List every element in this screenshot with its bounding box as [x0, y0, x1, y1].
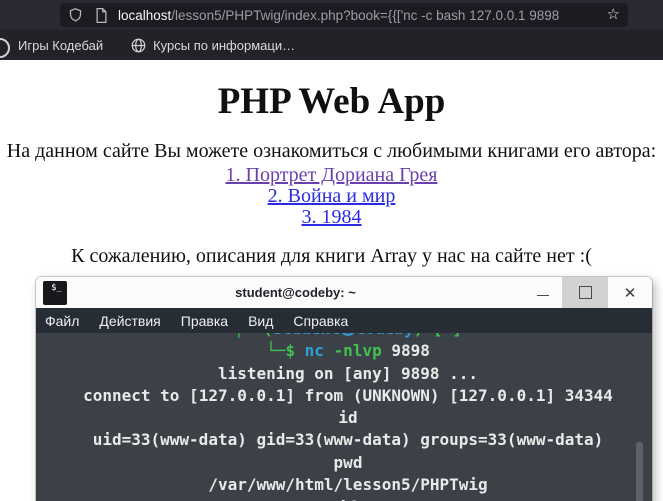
web-page: PHP Web App На данном сайте Вы можете оз… — [0, 60, 663, 501]
terminal-line: id — [338, 408, 358, 428]
book-link-2[interactable]: 2. Война и мир — [0, 186, 663, 207]
shield-permissions-icon[interactable] — [68, 7, 83, 23]
terminal-window: $_ student@codeby: ~ ✕ Файл Действия Пра… — [36, 277, 652, 501]
menu-help[interactable]: Справка — [283, 313, 358, 329]
terminal-line: listening on [any] 9898 ... — [217, 363, 479, 383]
terminal-line: pwd — [333, 452, 363, 472]
bookmark-item-games[interactable]: Игры Кодебай — [18, 38, 103, 53]
close-icon: ✕ — [623, 284, 637, 302]
bookmark-star-icon[interactable]: ☆ — [598, 3, 620, 27]
page-title: PHP Web App — [217, 81, 446, 122]
close-button[interactable]: ✕ — [608, 277, 652, 308]
terminal-output[interactable]: ┌──(student㉿codeby)-[~]└─$ nc -nlvp 9898… — [36, 333, 652, 501]
globe-icon — [131, 38, 146, 53]
intro-text: На данном сайте Вы можете ознакомиться с… — [6, 140, 657, 162]
window-controls: ✕ — [524, 277, 652, 308]
menu-file[interactable]: Файл — [45, 313, 89, 329]
bookmarks-bar: Игры Кодебай Курсы по информаци… — [0, 30, 663, 60]
url-path: /lesson5/PHPTwig/index.php?book={{['nc -… — [171, 7, 560, 23]
terminal-titlebar[interactable]: $_ student@codeby: ~ ✕ — [36, 277, 652, 308]
url-text[interactable]: localhost/lesson5/PHPTwig/index.php?book… — [118, 8, 598, 23]
menu-view[interactable]: Вид — [238, 313, 283, 329]
terminal-app-icon: $_ — [43, 280, 67, 305]
maximize-icon — [578, 286, 592, 299]
book-links: 1. Портрет Дориана Грея 2. Война и мир 3… — [0, 165, 663, 228]
book-link-1[interactable]: 1. Портрет Дориана Грея — [0, 165, 663, 186]
book-link-3[interactable]: 3. 1984 — [0, 207, 663, 228]
menu-edit[interactable]: Правка — [171, 313, 238, 329]
screenshot-root: localhost/lesson5/PHPTwig/index.php?book… — [0, 0, 663, 501]
terminal-menubar: Файл Действия Правка Вид Справка — [36, 308, 652, 333]
minimize-icon — [537, 295, 549, 296]
menu-actions[interactable]: Действия — [89, 313, 170, 329]
bookmark-label: Курсы по информаци… — [153, 37, 296, 53]
bookmark-item-courses[interactable]: Курсы по информаци… — [131, 38, 295, 53]
terminal-line: ^C — [44, 496, 652, 501]
not-found-text: К сожалению, описания для книги Array у … — [71, 245, 592, 267]
partial-favicon-icon — [0, 38, 10, 58]
terminal-line: ┌──(student㉿codeby)-[~] — [44, 333, 652, 340]
page-info-icon[interactable] — [95, 7, 108, 23]
terminal-line: uid=33(www-data) gid=33(www-data) groups… — [92, 430, 604, 450]
browser-toolbar: localhost/lesson5/PHPTwig/index.php?book… — [0, 0, 663, 30]
terminal-line: /var/www/html/lesson5/PHPTwig — [208, 475, 488, 495]
terminal-line: connect to [127.0.0.1] from (UNKNOWN) [1… — [83, 385, 613, 405]
url-bar[interactable]: localhost/lesson5/PHPTwig/index.php?book… — [60, 3, 628, 27]
terminal-line: └─$ nc -nlvp 9898 — [266, 341, 430, 361]
url-host: localhost — [118, 7, 172, 23]
terminal-title: student@codeby: ~ — [235, 285, 356, 300]
maximize-button[interactable] — [562, 277, 608, 308]
bookmark-label: Игры Кодебай — [18, 37, 104, 53]
terminal-scrollbar-thumb[interactable] — [636, 442, 643, 501]
minimize-button[interactable] — [524, 277, 562, 308]
